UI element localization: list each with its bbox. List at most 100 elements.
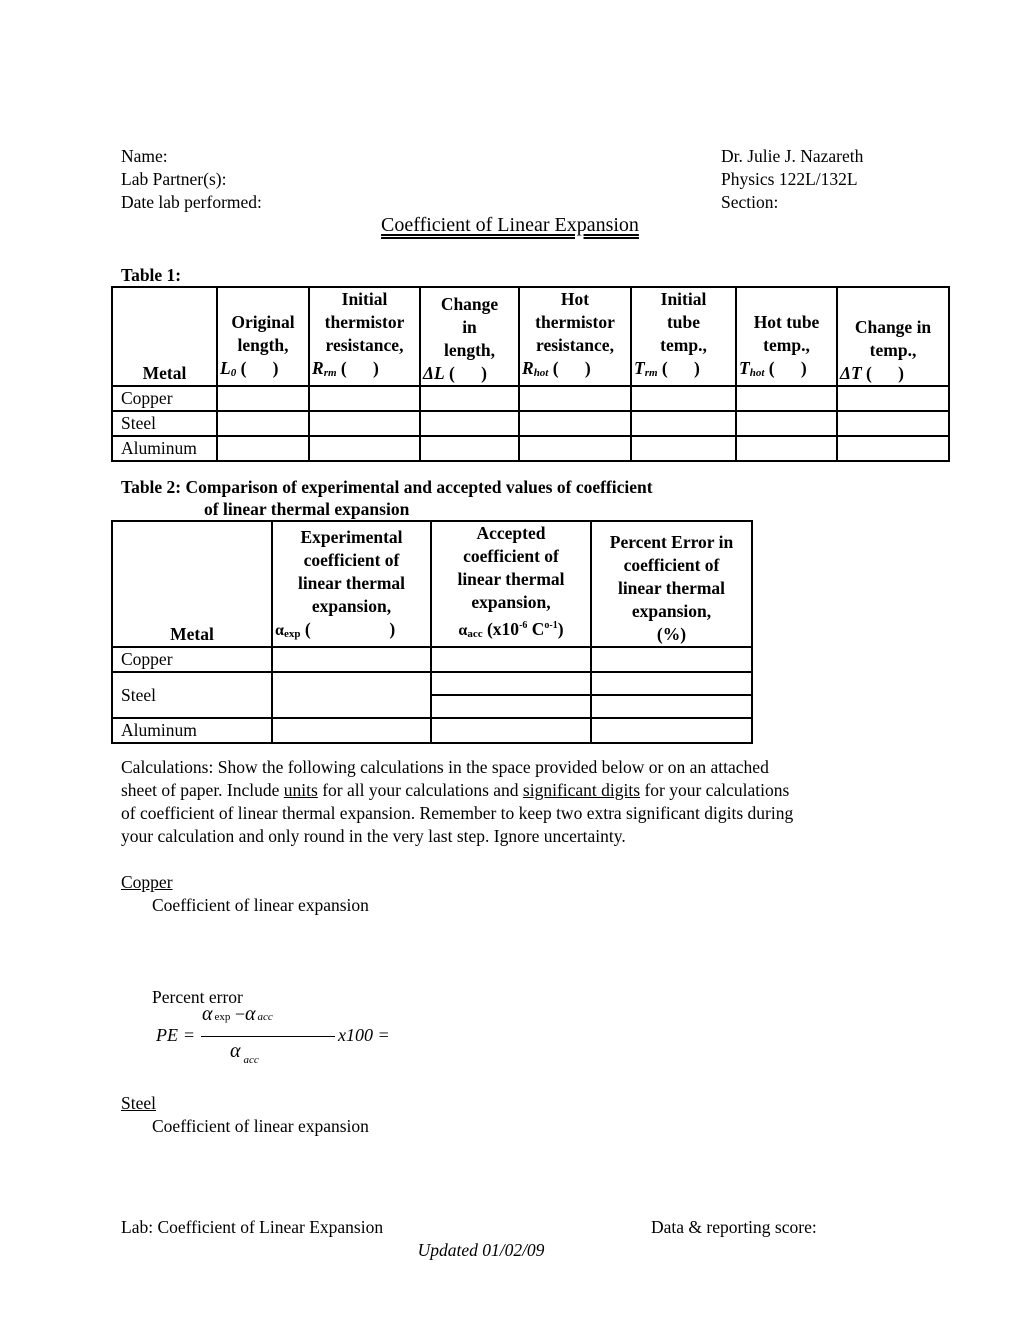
header-line: expansion, (631, 601, 712, 621)
table2-row-steel: Steel (111, 671, 753, 719)
updated-date: Updated 01/02/09 (417, 1240, 545, 1260)
data-cell[interactable] (271, 717, 432, 744)
data-cell[interactable] (419, 435, 520, 462)
data-cell[interactable] (836, 385, 950, 412)
unit-blank: ( ) (768, 358, 807, 378)
unit-blank: ( ) (240, 358, 279, 378)
name-label: Name: (121, 146, 168, 166)
data-cell[interactable] (419, 385, 520, 412)
data-cell[interactable] (735, 435, 838, 462)
symbol: T (634, 358, 645, 378)
unit-text: (x10 (486, 619, 520, 639)
header-line: Experimental (300, 527, 403, 547)
data-cell[interactable] (216, 385, 310, 412)
symbol-sub: rm (323, 367, 337, 379)
header-line: in (462, 317, 477, 337)
header-line: coefficient of (463, 546, 559, 566)
metal-label: Copper (111, 385, 218, 412)
table2-header-row: Metal Experimental coefficient of linear… (111, 520, 753, 648)
data-cell[interactable] (271, 671, 432, 719)
table1-header-hot-temp: Hot tube temp., Thot ( ) (735, 286, 838, 387)
calc-intro-line1: Calculations: Show the following calcula… (121, 757, 769, 777)
data-cell[interactable] (430, 646, 592, 673)
symbol: R (312, 358, 324, 378)
fraction-bar (201, 1036, 335, 1037)
alpha-symbol: α (458, 622, 468, 639)
metal-label: Steel (111, 671, 273, 719)
data-cell[interactable] (590, 694, 753, 719)
text: sheet of paper. Include (121, 780, 284, 800)
data-cell[interactable] (518, 435, 632, 462)
table2-caption-line1: Table 2: Comparison of experimental and … (121, 477, 653, 497)
table1: Metal Original length, L0 ( ) Initial th… (111, 286, 950, 462)
page-title-text: Coefficient of Linear Expansion (381, 214, 639, 236)
data-cell[interactable] (630, 385, 737, 412)
unit-text: C (527, 619, 545, 639)
header-line: thermistor (535, 312, 615, 332)
data-cell[interactable] (419, 410, 520, 437)
footer-lab-title: Lab: Coefficient of Linear Expansion (121, 1217, 384, 1237)
metal-label: Aluminum (111, 717, 273, 744)
data-cell[interactable] (308, 435, 421, 462)
header-line: expansion, (311, 596, 392, 616)
header-line: linear thermal (617, 578, 726, 598)
data-cell[interactable] (430, 694, 592, 719)
data-cell[interactable] (630, 410, 737, 437)
formula-numerator: α exp −α acc (202, 1003, 273, 1026)
data-cell[interactable] (216, 435, 310, 462)
symbol: L (220, 358, 231, 378)
table1-row-aluminum: Aluminum (111, 435, 950, 462)
header-line: Initial (660, 289, 707, 309)
text: for all your calculations and (317, 780, 523, 800)
data-cell[interactable] (518, 410, 632, 437)
table1-header-original-length: Original length, L0 ( ) (216, 286, 310, 387)
header-line: coefficient of (303, 550, 400, 570)
header-line: tube (666, 312, 701, 332)
table1-caption: Table 1: (121, 265, 182, 285)
data-cell[interactable] (308, 410, 421, 437)
symbol-sub: hot (533, 367, 549, 379)
unit-blank: ( ) (866, 363, 904, 383)
steel-heading: Steel (121, 1093, 156, 1113)
header-text: Metal (170, 624, 214, 644)
unit-blank: ( ) (304, 619, 396, 639)
table2-row-copper: Copper (111, 646, 753, 673)
metal-label: Aluminum (111, 435, 218, 462)
minus-sign: − (234, 1004, 246, 1024)
symbol-sub: acc (467, 628, 483, 640)
data-cell[interactable] (735, 385, 838, 412)
copper-heading: Copper (121, 872, 173, 892)
emphasis-significant-digits: significant digits (522, 780, 641, 800)
data-cell[interactable] (836, 410, 950, 437)
data-cell[interactable] (590, 717, 753, 744)
data-cell[interactable] (216, 410, 310, 437)
lab-partners-label: Lab Partner(s): (121, 169, 227, 189)
header-line: linear thermal (297, 573, 406, 593)
data-cell[interactable] (735, 410, 838, 437)
alpha-symbol: α (202, 1003, 213, 1025)
data-cell[interactable] (590, 671, 753, 696)
header-line: Hot tube (753, 312, 820, 332)
data-cell[interactable] (590, 646, 753, 673)
symbol-sub: hot (749, 367, 765, 379)
data-cell[interactable] (271, 646, 432, 673)
calc-intro-line4: your calculation and only round in the v… (121, 826, 626, 846)
alpha-symbol: α (230, 1040, 241, 1062)
data-cell[interactable] (430, 717, 592, 744)
table1-header-hot-resistance: Hot thermistor resistance, Rhot ( ) (518, 286, 632, 387)
symbol: T (739, 358, 750, 378)
metal-label: Steel (111, 410, 218, 437)
data-cell[interactable] (430, 671, 592, 696)
data-cell[interactable] (836, 435, 950, 462)
data-cell[interactable] (518, 385, 632, 412)
unit-blank: ( ) (449, 363, 487, 383)
header-line: Initial (341, 289, 388, 309)
symbol: R (522, 358, 534, 378)
table2-header-percent-error: Percent Error in coefficient of linear t… (590, 520, 753, 648)
data-cell[interactable] (630, 435, 737, 462)
header-line: Accepted (476, 523, 546, 543)
table2: Metal Experimental coefficient of linear… (111, 520, 753, 744)
table2-header-experimental: Experimental coefficient of linear therm… (271, 520, 432, 648)
table2-caption-line2: of linear thermal expansion (204, 499, 410, 519)
data-cell[interactable] (308, 385, 421, 412)
